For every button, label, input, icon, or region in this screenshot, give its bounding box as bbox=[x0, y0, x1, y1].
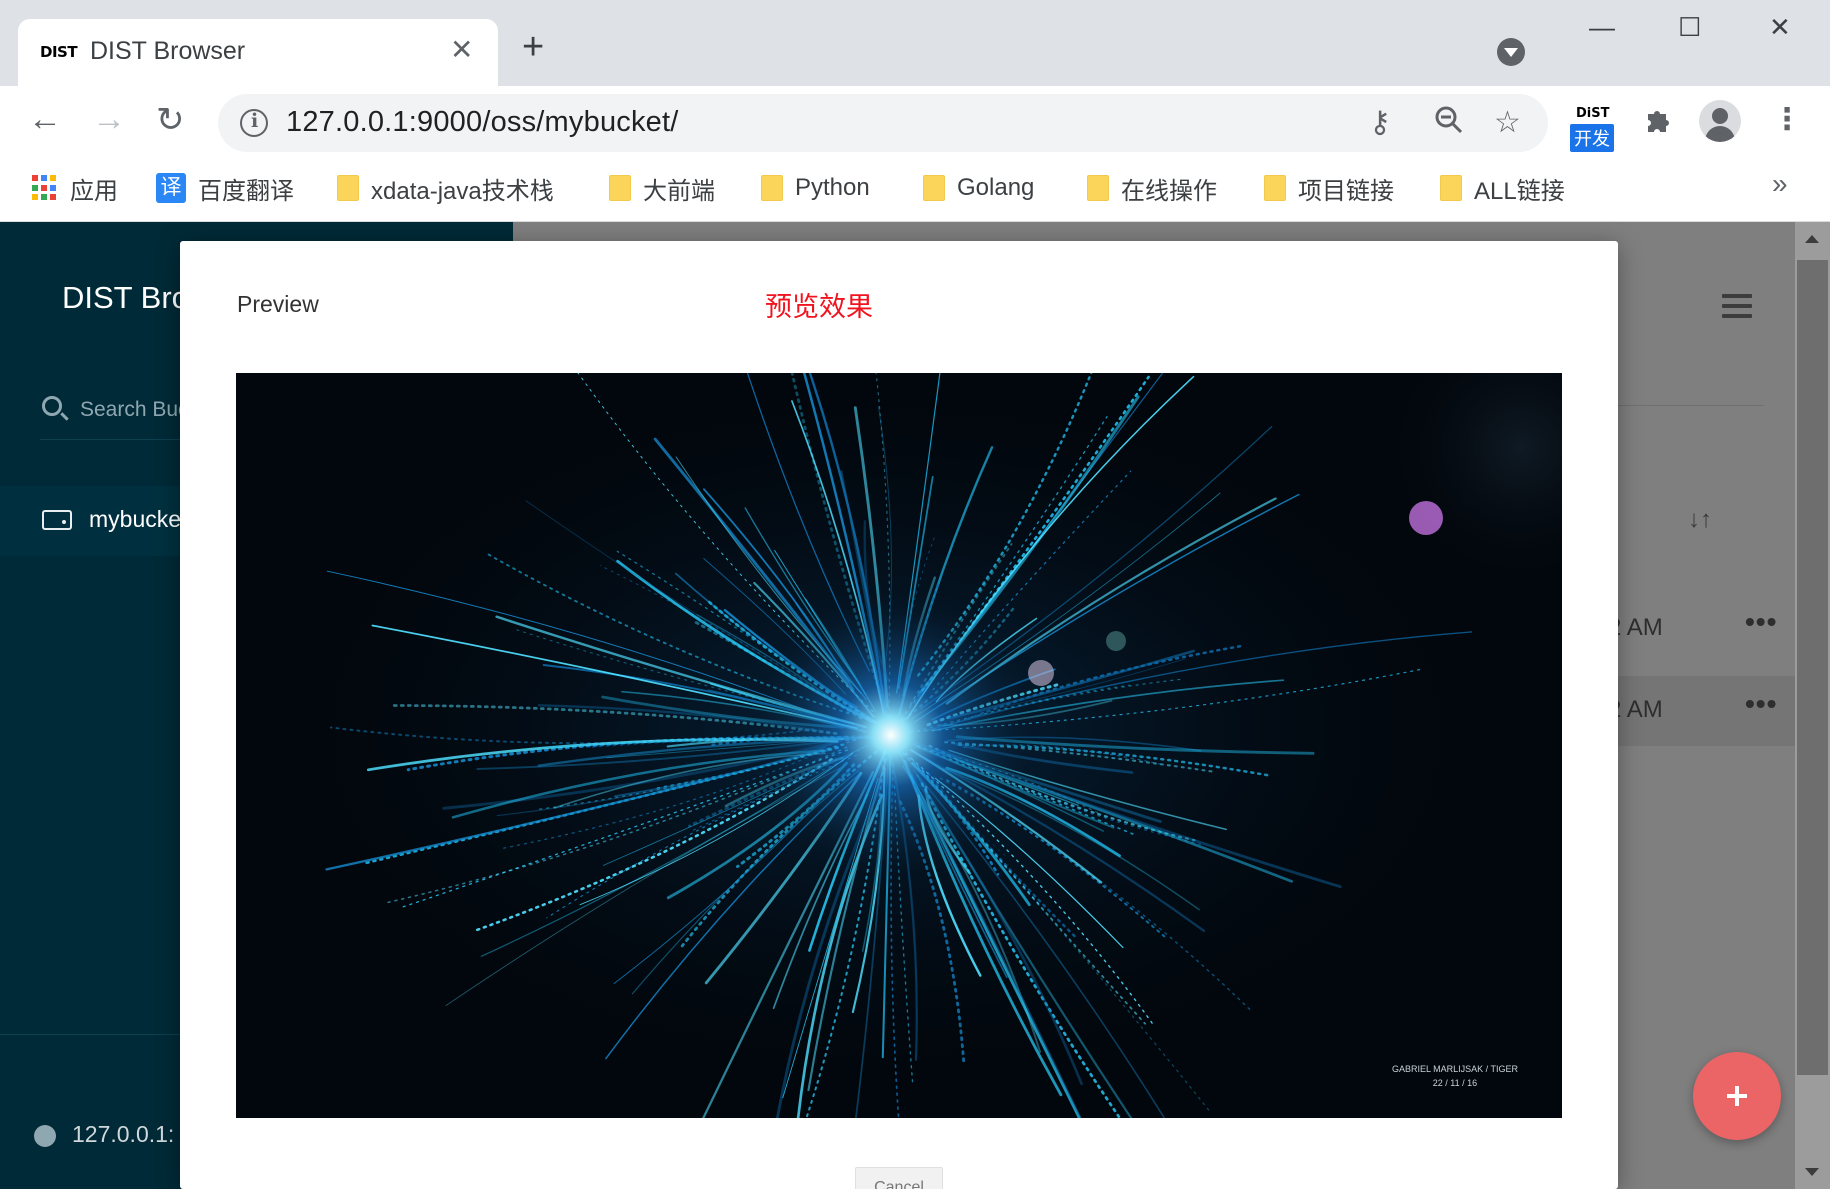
scroll-up-arrow-icon[interactable] bbox=[1805, 235, 1819, 243]
bookmark-all-links[interactable]: ALL链接 bbox=[1440, 168, 1565, 208]
maximize-button[interactable]: ☐ bbox=[1678, 12, 1701, 43]
bookmark-label: 应用 bbox=[70, 177, 118, 205]
search-placeholder: Search Buc bbox=[80, 398, 189, 421]
cancel-button[interactable]: Cancel bbox=[855, 1167, 943, 1189]
drive-icon bbox=[42, 510, 72, 530]
zoom-out-icon[interactable] bbox=[1434, 105, 1464, 143]
preview-modal: Preview 预览效果 GABRIEL MARLIJSAK / TIGER 2… bbox=[180, 241, 1618, 1189]
browser-toolbar: ← → ↻ 127.0.0.1:9000/oss/mybucket/ ⚷ ☆ bbox=[0, 86, 1830, 158]
new-tab-button[interactable]: + bbox=[522, 26, 544, 69]
page-scrollbar[interactable] bbox=[1795, 222, 1830, 1189]
back-arrow-icon[interactable]: ← bbox=[28, 100, 62, 139]
bookmark-baidu-translate[interactable]: 译 百度翻译 bbox=[156, 168, 294, 208]
globe-icon bbox=[34, 1125, 56, 1147]
dist-extension-icon[interactable]: DiST 开发 bbox=[1568, 104, 1618, 152]
dist-favicon-icon: DIST bbox=[40, 43, 78, 61]
watermark-author: GABRIEL MARLIJSAK / TIGER bbox=[1391, 1064, 1518, 1074]
profile-avatar-icon[interactable] bbox=[1699, 100, 1741, 142]
sort-icon[interactable]: ↓↑ bbox=[1688, 506, 1712, 534]
server-host: 127.0.0.1: bbox=[72, 1121, 175, 1147]
minimize-button[interactable]: — bbox=[1589, 12, 1615, 43]
folder-icon bbox=[1087, 175, 1109, 201]
bookmark-python[interactable]: Python bbox=[761, 168, 870, 208]
bookmark-golang[interactable]: Golang bbox=[923, 168, 1034, 208]
folder-icon bbox=[609, 175, 631, 201]
bookmark-label: 项目链接 bbox=[1298, 177, 1394, 205]
bookmark-label: 百度翻译 bbox=[198, 177, 294, 205]
scroll-down-arrow-icon[interactable] bbox=[1805, 1168, 1819, 1176]
site-info-icon[interactable] bbox=[240, 109, 268, 137]
close-window-button[interactable]: ✕ bbox=[1769, 12, 1791, 43]
hamburger-menu-icon[interactable] bbox=[1722, 294, 1752, 320]
bookmark-label: Python bbox=[795, 174, 870, 201]
url-text[interactable]: 127.0.0.1:9000/oss/mybucket/ bbox=[286, 106, 679, 139]
sidebar-brand: DIST Bro bbox=[62, 280, 189, 315]
browser-tabstrip: DIST DIST Browser ✕ + — ☐ ✕ bbox=[0, 0, 1830, 86]
bookmark-star-icon[interactable]: ☆ bbox=[1494, 105, 1521, 140]
folder-icon bbox=[1440, 175, 1462, 201]
search-icon bbox=[42, 396, 62, 416]
bookmark-project-links[interactable]: 项目链接 bbox=[1264, 168, 1394, 208]
bookmark-apps[interactable]: 应用 bbox=[32, 168, 118, 208]
bookmark-online-ops[interactable]: 在线操作 bbox=[1087, 168, 1217, 208]
extension-label-top: DiST bbox=[1576, 106, 1610, 121]
apps-grid-icon bbox=[32, 175, 58, 201]
address-bar[interactable]: 127.0.0.1:9000/oss/mybucket/ ⚷ ☆ bbox=[218, 94, 1548, 152]
row-more-actions-icon[interactable]: ••• bbox=[1745, 688, 1777, 720]
image-watermark: GABRIEL MARLIJSAK / TIGER 22 / 11 / 16 bbox=[1392, 1062, 1518, 1090]
folder-icon bbox=[337, 175, 359, 201]
extension-label-bottom: 开发 bbox=[1570, 124, 1614, 152]
bookmark-label: 大前端 bbox=[643, 177, 715, 205]
annotation-label: 预览效果 bbox=[765, 292, 873, 322]
reload-icon[interactable]: ↻ bbox=[156, 100, 185, 140]
preview-image: GABRIEL MARLIJSAK / TIGER 22 / 11 / 16 bbox=[236, 373, 1562, 1118]
bookmarks-overflow-icon[interactable]: » bbox=[1772, 168, 1788, 200]
extensions-puzzle-icon[interactable] bbox=[1642, 105, 1672, 143]
add-fab-button[interactable] bbox=[1693, 1052, 1781, 1140]
close-tab-icon[interactable]: ✕ bbox=[450, 33, 473, 66]
browser-menu-icon[interactable]: ⋮ bbox=[1772, 102, 1802, 138]
browser-tab[interactable]: DIST DIST Browser ✕ bbox=[18, 19, 498, 86]
forward-arrow-icon[interactable]: → bbox=[92, 100, 126, 139]
bookmarks-bar: 应用 译 百度翻译 xdata-java技术栈 大前端 Python Golan… bbox=[0, 158, 1830, 222]
folder-icon bbox=[761, 175, 783, 201]
watermark-date: 22 / 11 / 16 bbox=[1432, 1078, 1478, 1088]
folder-icon bbox=[923, 175, 945, 201]
tab-title: DIST Browser bbox=[90, 37, 246, 65]
bookmark-label: ALL链接 bbox=[1474, 177, 1565, 205]
row-more-actions-icon[interactable]: ••• bbox=[1745, 606, 1777, 638]
translate-icon: 译 bbox=[156, 173, 186, 203]
bookmark-label: Golang bbox=[957, 174, 1035, 201]
password-key-icon[interactable]: ⚷ bbox=[1369, 105, 1391, 140]
bookmark-xdata-java[interactable]: xdata-java技术栈 bbox=[337, 168, 554, 208]
scrollbar-thumb[interactable] bbox=[1797, 260, 1828, 1075]
bookmark-frontend[interactable]: 大前端 bbox=[609, 168, 715, 208]
bucket-label: mybucke bbox=[89, 506, 182, 532]
modal-title: Preview bbox=[237, 291, 319, 317]
bookmark-label: xdata-java技术栈 bbox=[371, 177, 554, 205]
tab-search-dropdown-icon[interactable] bbox=[1497, 38, 1525, 66]
bookmark-label: 在线操作 bbox=[1121, 177, 1217, 205]
folder-icon bbox=[1264, 175, 1286, 201]
particle-burst-image bbox=[236, 373, 1562, 1118]
